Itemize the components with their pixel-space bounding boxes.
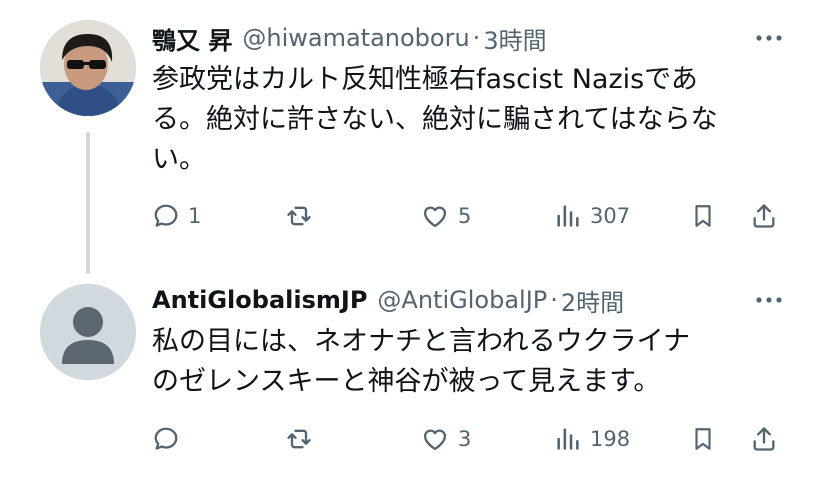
views-icon: [557, 428, 579, 450]
tweet-header: 鶚又 昇 @hiwamatanoboru · 3時間: [152, 20, 547, 56]
views-button[interactable]: 198: [554, 419, 630, 459]
views-icon: [557, 205, 579, 227]
tweet-2[interactable]: AntiGlobalismJP @AntiGlobalJP · 2時間 私の目に…: [0, 250, 828, 478]
bookmark-button[interactable]: [690, 196, 716, 236]
share-button[interactable]: [750, 196, 778, 236]
tweet-text-line: る。絶対に許さない、絶対に騙されてはならな: [152, 104, 718, 135]
reply-icon: [154, 204, 178, 227]
reply-count: 1: [188, 204, 202, 228]
separator-dot: ·: [550, 286, 558, 314]
tweet-text-line: 参政党はカルト反知性極右fascist Nazisであ: [152, 64, 698, 95]
tweet-text: 参政党はカルト反知性極右fascist Nazisであ る。絶対に許さない、絶対…: [152, 60, 792, 180]
share-button[interactable]: [750, 419, 778, 459]
avatar-1[interactable]: [40, 20, 136, 116]
like-count: 5: [458, 204, 472, 228]
reply-button[interactable]: [152, 419, 188, 459]
timestamp[interactable]: 3時間: [483, 21, 546, 56]
share-icon: [753, 204, 775, 228]
timestamp[interactable]: 2時間: [561, 283, 624, 318]
tweet-text-line: 私の目には、ネオナチと言われるウクライナ: [152, 326, 691, 357]
like-icon: [423, 429, 447, 451]
more-icon: [756, 35, 782, 41]
avatar-photo: [40, 20, 136, 116]
tweet-text: 私の目には、ネオナチと言われるウクライナ のゼレンスキーと神谷が被って見えます。: [152, 322, 792, 402]
views-count: 198: [590, 427, 631, 451]
author-handle[interactable]: @hiwamatanoboru: [242, 24, 469, 52]
retweet-button[interactable]: [284, 419, 322, 459]
like-button[interactable]: 5: [420, 196, 471, 236]
retweet-icon: [287, 429, 311, 449]
tweet-1[interactable]: 鶚又 昇 @hiwamatanoboru · 3時間 参政党はカルト反知性極右f…: [0, 0, 828, 274]
views-count: 307: [590, 204, 631, 228]
author-handle[interactable]: @AntiGlobalJP: [377, 286, 547, 314]
reply-button[interactable]: 1: [152, 196, 201, 236]
tweet-header: AntiGlobalismJP @AntiGlobalJP · 2時間: [152, 282, 624, 318]
action-bar: 3 198: [150, 419, 790, 459]
bookmark-button[interactable]: [690, 419, 716, 459]
bookmark-icon: [695, 205, 711, 227]
author-name[interactable]: AntiGlobalismJP: [152, 286, 367, 314]
author-name[interactable]: 鶚又 昇: [152, 21, 232, 56]
share-icon: [753, 427, 775, 451]
tweet-text-line: い。: [152, 144, 206, 175]
action-bar: 1 5 307: [150, 196, 790, 236]
more-options-button[interactable]: [752, 20, 786, 56]
reply-icon: [154, 427, 178, 450]
more-icon: [756, 297, 782, 303]
more-options-button[interactable]: [752, 282, 786, 318]
bookmark-icon: [695, 428, 711, 450]
like-icon: [423, 206, 447, 228]
separator-dot: ·: [472, 24, 481, 52]
like-button[interactable]: 3: [420, 419, 471, 459]
avatar-2[interactable]: [40, 284, 136, 380]
tweet-text-line: のゼレンスキーと神谷が被って見えます。: [152, 366, 661, 397]
default-avatar-icon: [40, 284, 136, 380]
retweet-button[interactable]: [284, 196, 322, 236]
views-button[interactable]: 307: [554, 196, 630, 236]
retweet-icon: [287, 206, 311, 226]
like-count: 3: [458, 427, 472, 451]
